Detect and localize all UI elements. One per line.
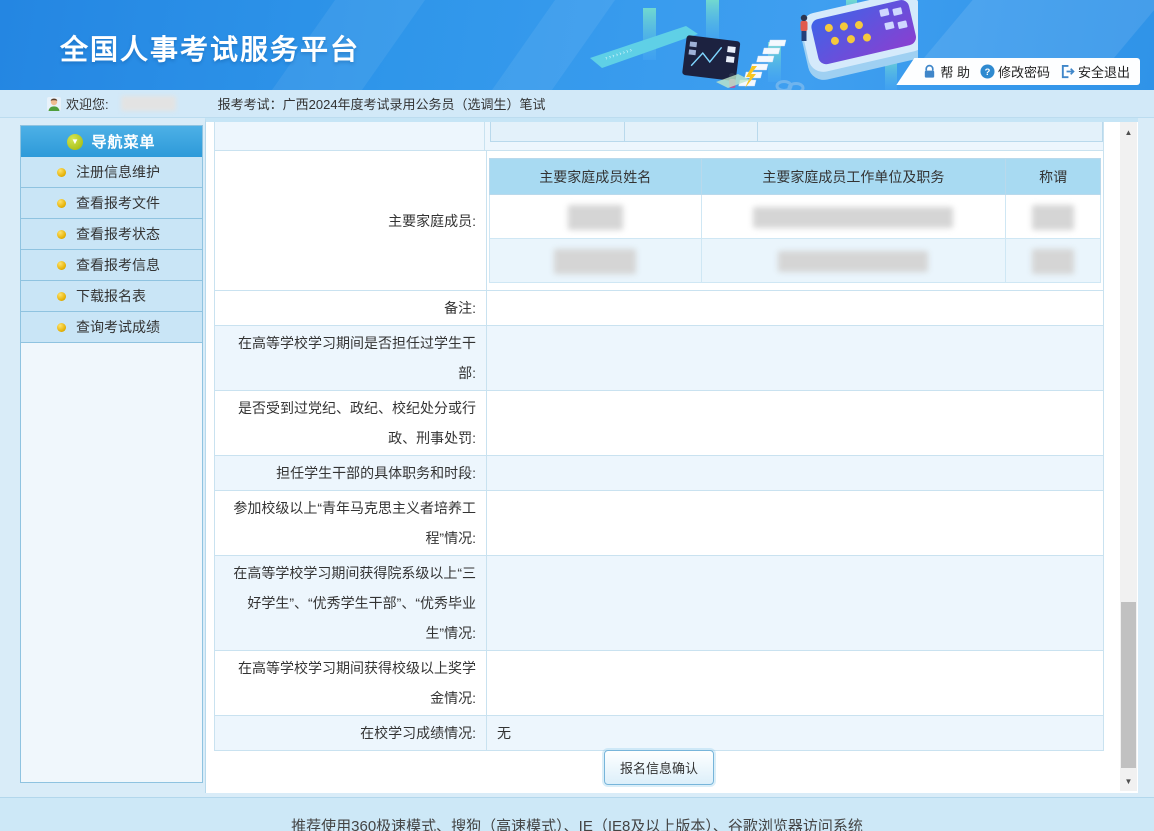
row-label: 参加校级以上“青年马克思主义者培养工程”情况: [225,493,476,553]
cell-name-redacted [490,195,702,239]
partial-cell [490,122,625,142]
row-label: 在高等学校学习期间是否担任过学生干部: [225,328,476,388]
welcome-bar: 欢迎您: 报考考试：广西2024年度考试录用公务员（选调生）笔试 [0,90,1154,118]
sidebar-item-label: 注册信息维护 [76,162,160,182]
table-row-partial [215,122,1103,151]
header-decor-streak [922,0,1154,60]
partial-cell [625,122,758,142]
sidebar-item-view-info[interactable]: 查看报考信息 [21,250,202,281]
logout-button[interactable]: 安全退出 [1060,62,1130,81]
column-header-name: 主要家庭成员姓名 [490,159,702,195]
row-label: 是否受到过党纪、政纪、校纪处分或行政、刑事处罚: [225,393,476,453]
column-header-workunit: 主要家庭成员工作单位及职务 [701,159,1006,195]
illus-chain [777,82,803,91]
row-label: 担任学生干部的具体职务和时段: [276,458,476,488]
table-row-scholarship: 在高等学校学习期间获得校级以上奖学金情况: [215,651,1103,716]
row-value-cell [485,122,1103,150]
app-header: 全国人事考试服务平台 › › › › › › › › [0,0,1154,90]
exam-info-label: 报考考试：广西2024年度考试录用公务员（选调生）笔试 [218,94,546,113]
page-title: 全国人事考试服务平台 [60,28,360,68]
header-illustration: › › › › › › › › [588,0,918,90]
confirm-registration-button[interactable]: 报名信息确认 [604,750,714,785]
change-password-button[interactable]: ? 修改密码 [980,62,1050,81]
svg-text:?: ? [985,67,991,77]
sidebar-item-view-exam-files[interactable]: 查看报考文件 [21,188,202,219]
table-row-academic-performance: 在校学习成绩情况: 无 [215,716,1103,751]
scroll-down-arrow-icon[interactable]: ▼ [1120,773,1137,789]
bullet-icon [57,292,66,301]
browser-recommendation-text: 推荐使用360极速模式、搜狗（高速模式）、IE（IE8及以上版本）、谷歌浏览器访… [0,818,1154,831]
column-header-relation: 称谓 [1006,159,1101,195]
row-label-cell [215,122,485,150]
family-members-label: 主要家庭成员: [388,206,476,236]
table-row [490,195,1101,239]
bullet-icon [57,168,66,177]
sidebar-item-register-info[interactable]: 注册信息维护 [21,157,202,188]
row-label: 在高等学校学习期间获得院系级以上“三好学生”、“优秀学生干部”、“优秀毕业生”情… [225,558,476,648]
illus-person-tablet [801,15,808,41]
family-members-table: 主要家庭成员姓名 主要家庭成员工作单位及职务 称谓 [489,158,1101,283]
row-label: 在校学习成绩情况: [360,718,476,748]
exit-icon [1060,64,1075,79]
sidebar-item-view-status[interactable]: 查看报考状态 [21,219,202,250]
cell-relation-redacted [1006,195,1101,239]
chevron-down-icon: ▼ [67,134,83,150]
row-label: 备注: [444,293,476,323]
table-row-discipline-punishment: 是否受到过党纪、政纪、校纪处分或行政、刑事处罚: [215,391,1103,456]
bullet-icon [57,323,66,332]
user-avatar-icon [46,96,62,112]
help-button[interactable]: 帮 助 [922,62,970,81]
vertical-scrollbar[interactable]: ▲ ▼ [1120,122,1137,791]
sidebar: ▼ 导航菜单 注册信息维护 查看报考文件 查看报考状态 查看报考信息 下载报名表… [20,125,203,783]
sidebar-item-label: 查看报考状态 [76,224,160,244]
logout-label: 安全退出 [1078,62,1130,81]
page-footer: 推荐使用360极速模式、搜狗（高速模式）、IE（IE8及以上版本）、谷歌浏览器访… [0,797,1154,831]
sidebar-item-label: 查看报考信息 [76,255,160,275]
row-value: 无 [497,718,511,748]
row-value-cell: 主要家庭成员姓名 主要家庭成员工作单位及职务 称谓 [487,151,1103,290]
cell-workunit-redacted [701,195,1006,239]
scroll-up-arrow-icon[interactable]: ▲ [1120,124,1137,140]
partial-cell [758,122,1103,142]
family-table-header-row: 主要家庭成员姓名 主要家庭成员工作单位及职务 称谓 [490,159,1101,195]
partial-inner-table [490,122,1103,142]
table-row-honors: 在高等学校学习期间获得院系级以上“三好学生”、“优秀学生干部”、“优秀毕业生”情… [215,556,1103,651]
sidebar-item-label: 查询考试成绩 [76,317,160,337]
row-label: 在高等学校学习期间获得校级以上奖学金情况: [225,653,476,713]
bullet-icon [57,261,66,270]
table-row-cadre-position-period: 担任学生干部的具体职务和时段: [215,456,1103,491]
sidebar-item-label: 查看报考文件 [76,193,160,213]
nav-menu-header[interactable]: ▼ 导航菜单 [21,126,202,157]
sidebar-item-label: 下载报名表 [76,286,146,306]
help-label: 帮 助 [940,62,970,81]
scrollbar-thumb[interactable] [1121,602,1136,768]
lock-icon [922,64,937,79]
table-row-student-cadre: 在高等学校学习期间是否担任过学生干部: [215,326,1103,391]
question-icon: ? [980,64,995,79]
sidebar-item-query-scores[interactable]: 查询考试成绩 [21,312,202,343]
sidebar-filler [21,343,202,782]
table-row [490,239,1101,283]
bullet-icon [57,199,66,208]
table-row-family-members: 主要家庭成员: 主要家庭成员姓名 主要家庭成员工作单位及职务 称谓 [215,151,1103,291]
row-label-cell: 主要家庭成员: [215,151,487,290]
cell-relation-redacted [1006,239,1101,283]
page: 全国人事考试服务平台 › › › › › › › › [0,0,1154,831]
registration-form-table: 主要家庭成员: 主要家庭成员姓名 主要家庭成员工作单位及职务 称谓 [214,122,1104,751]
sidebar-item-download-form[interactable]: 下载报名表 [21,281,202,312]
illus-tablet [797,0,918,83]
button-row: 报名信息确认 [214,750,1104,785]
table-row-marxist-program: 参加校级以上“青年马克思主义者培养工程”情况: [215,491,1103,556]
header-toolbar: 帮 助 ? 修改密码 安全退出 [896,58,1140,85]
main-content: 主要家庭成员: 主要家庭成员姓名 主要家庭成员工作单位及职务 称谓 [205,118,1138,793]
change-password-label: 修改密码 [998,62,1050,81]
greeting-label: 欢迎您: [66,94,109,113]
table-row-remarks: 备注: [215,291,1103,326]
nav-menu-title: 导航菜单 [91,131,155,152]
bullet-icon [57,230,66,239]
username-redacted [121,96,176,111]
cell-workunit-redacted [701,239,1006,283]
cell-name-redacted [490,239,702,283]
